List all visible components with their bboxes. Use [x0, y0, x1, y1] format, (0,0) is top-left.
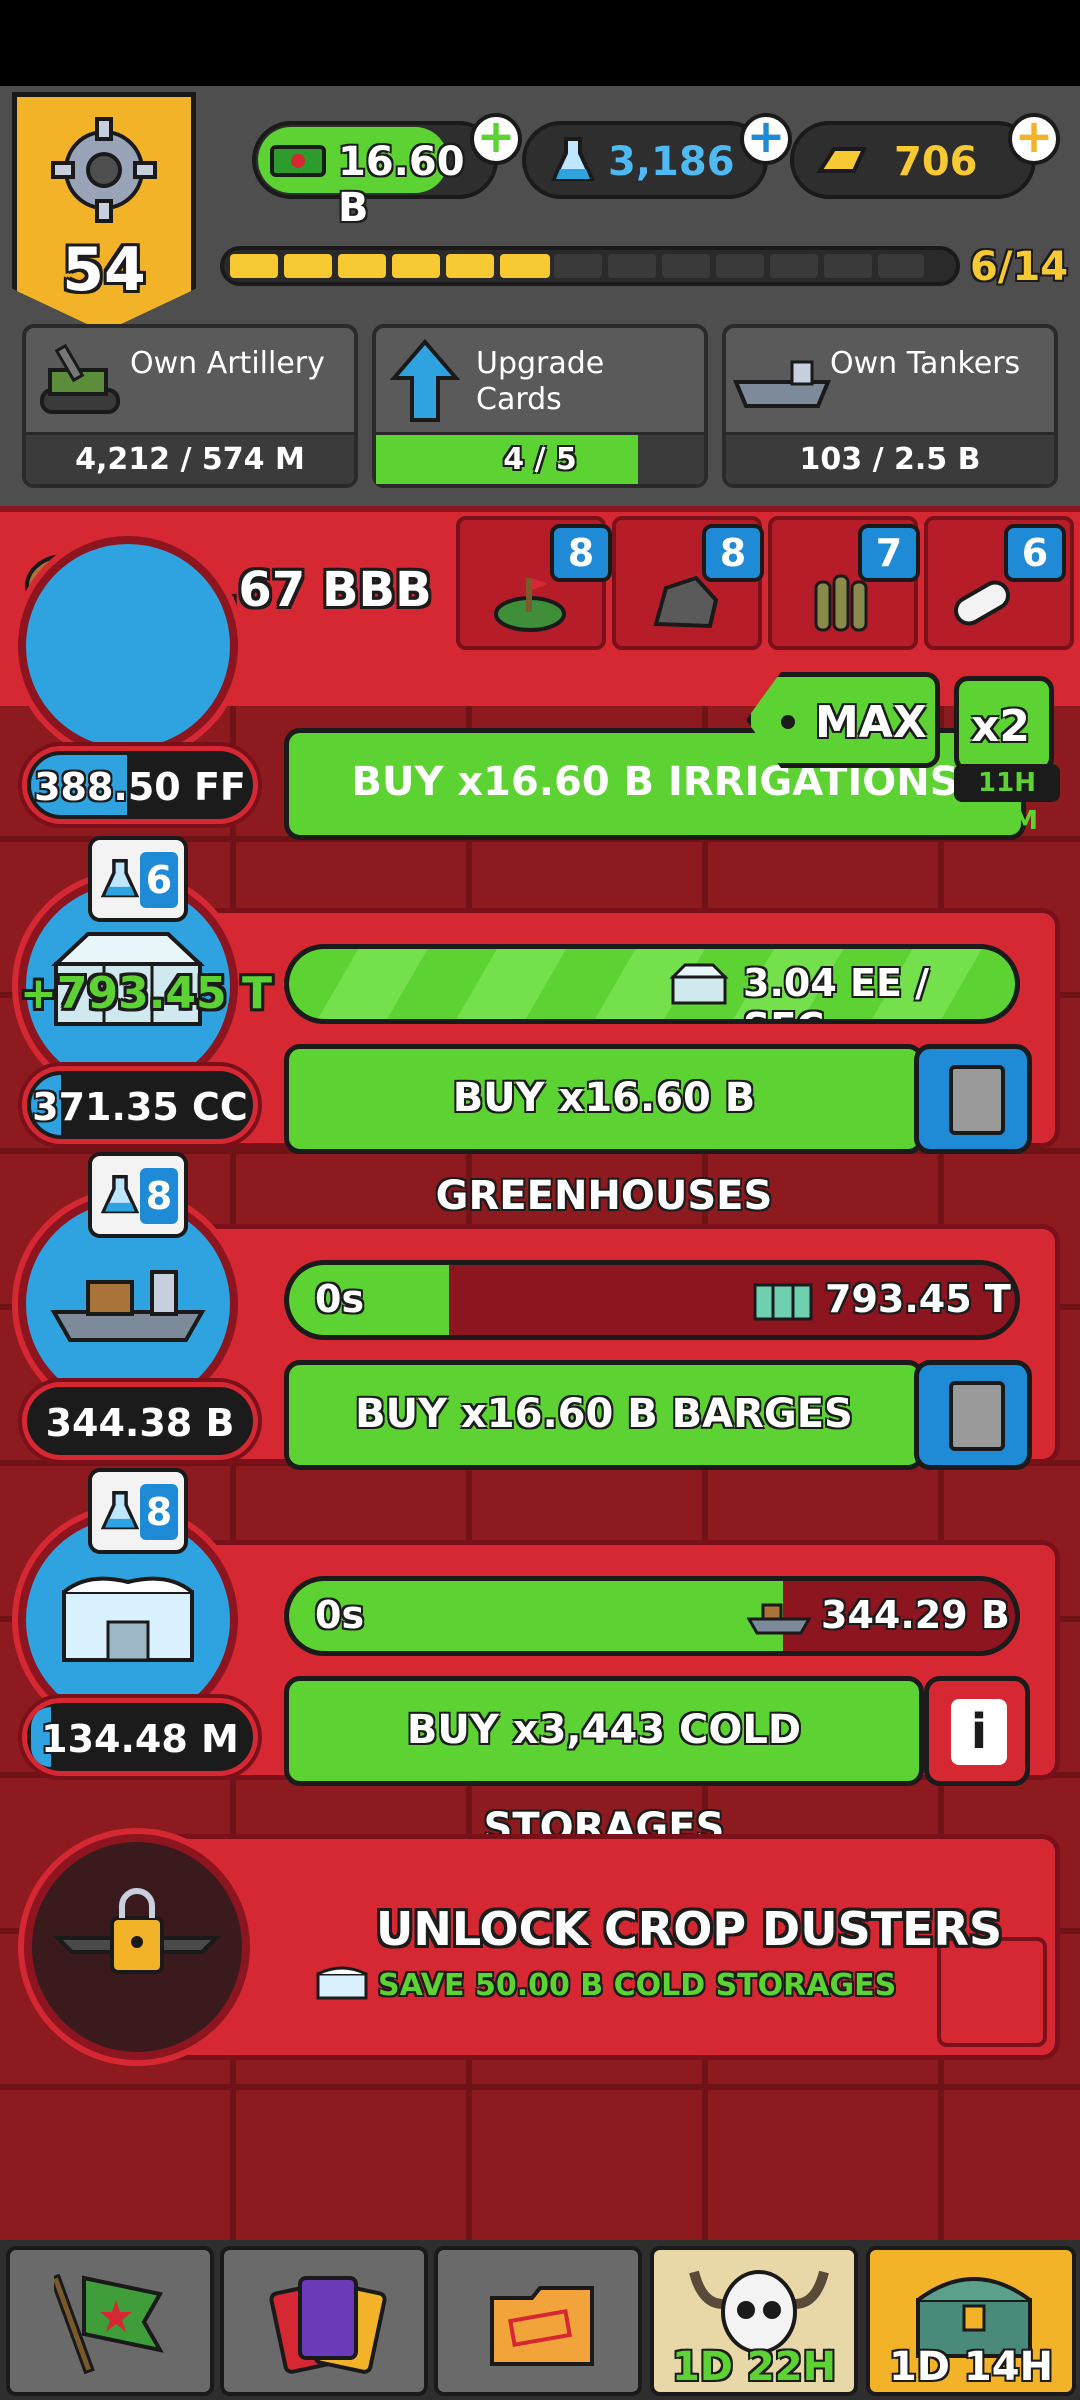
row-count-pill: 388.50 FF: [22, 746, 258, 824]
cold-storage-info-button[interactable]: i: [924, 1676, 1030, 1786]
event-timer: 1D 22H: [671, 2344, 837, 2390]
task-progress: 4,212 / 574 M: [26, 432, 354, 484]
add-gold-button[interactable]: +: [1008, 113, 1060, 165]
locked-plane-icon: [53, 1888, 221, 1974]
row-count-pill: 371.35 CC: [22, 1066, 258, 1144]
nav-event-button[interactable]: 1D 22H: [650, 2246, 858, 2396]
unlock-title: UNLOCK CROP DUSTERS: [376, 1902, 1003, 1956]
add-cash-button[interactable]: +: [470, 113, 522, 165]
barge-icon: [50, 1270, 206, 1342]
task-label: Upgrade Cards: [476, 346, 605, 417]
row-count-pill: 344.38 B: [22, 1382, 258, 1460]
add-science-button[interactable]: +: [740, 113, 792, 165]
gold-value: 706: [894, 139, 978, 185]
boost-timer: 11H 15M: [954, 764, 1060, 836]
task-own-tankers[interactable]: Own Tankers 103 / 2.5 B: [722, 324, 1058, 488]
task-progress: 4 / 5: [376, 432, 704, 484]
nav-cards-button[interactable]: [220, 2246, 428, 2396]
buy-barges-button[interactable]: BUY x16.60 B BARGES: [284, 1360, 924, 1470]
level-badge[interactable]: 54: [12, 92, 196, 332]
level-number: 54: [62, 235, 146, 305]
cycle-timer: 0s: [315, 1593, 365, 1637]
cycle-timer: 0s: [315, 1277, 365, 1321]
research-chip-1[interactable]: 8: [456, 516, 612, 650]
upgrade-arrow-icon: [390, 338, 460, 422]
gold-bars-icon: [816, 147, 868, 173]
max-multiplier-button[interactable]: MAX: [746, 672, 940, 768]
buy-cold-storages-button[interactable]: BUY x3,443 COLD STORAGES: [284, 1676, 924, 1851]
x2-boost-button[interactable]: x2: [954, 676, 1054, 772]
greenhouse-card-button[interactable]: [914, 1044, 1032, 1154]
barge-card-button[interactable]: [914, 1360, 1032, 1470]
xp-progress-bar: [220, 246, 960, 286]
output-amount: 344.29 B: [821, 1593, 1010, 1637]
production-rate: 3.04 EE / SEC: [743, 961, 930, 1019]
task-progress: 103 / 2.5 B: [726, 432, 1054, 484]
barge-progress-bar: 0s 793.45 T: [284, 1260, 1020, 1340]
flask-icon: [100, 1491, 140, 1530]
flask-icon: [550, 137, 596, 181]
unlock-requirement: SAVE 50.00 B COLD STORAGES: [378, 1968, 897, 2003]
task-label: Own Tankers: [830, 346, 1021, 381]
barge-research-tag[interactable]: 8: [88, 1152, 188, 1238]
crop-duster-locked-circle[interactable]: [24, 1834, 250, 2060]
cold-storage-small-icon: [316, 1966, 368, 2000]
folder-icon: [490, 2286, 594, 2366]
production-list[interactable]: 388.50 FF BUY x16.60 B IRRIGATIONS MAX x…: [0, 536, 1080, 2240]
nav-documents-button[interactable]: [434, 2246, 642, 2396]
cold-storage-icon: [62, 1576, 194, 1662]
greenhouse-small-icon: [669, 963, 729, 1005]
nav-missions-button[interactable]: [6, 2246, 214, 2396]
bottom-nav: 1D 22H 1D 14H: [0, 2240, 1080, 2400]
cold-storage-progress-bar: 0s 344.29 B: [284, 1576, 1020, 1656]
artillery-icon: [40, 343, 120, 414]
chest-timer: 1D 14H: [888, 2344, 1054, 2390]
output-amount: 793.45 T: [825, 1277, 1011, 1321]
xp-progress-text: 6/14: [970, 244, 1069, 290]
task-own-artillery[interactable]: Own Artillery 4,212 / 574 M: [22, 324, 358, 488]
irrigation-circle[interactable]: [18, 536, 238, 756]
row-count-pill: 134.48 M: [22, 1698, 258, 1776]
greenhouse-progress-bar: 3.04 EE / SEC: [284, 944, 1020, 1024]
greenhouse-small-icon: [753, 1283, 813, 1321]
task-upgrade-cards[interactable]: Upgrade Cards 4 / 5: [372, 324, 708, 488]
barge-small-icon: [747, 1603, 811, 1635]
research-chip-4[interactable]: 6: [924, 516, 1074, 650]
cash-icon: [270, 145, 326, 177]
science-value: 3,186: [608, 139, 735, 185]
tanker-ship-icon: [733, 360, 831, 408]
gear-icon: [51, 117, 157, 223]
science-pill[interactable]: 3,186 +: [522, 113, 792, 199]
cold-storage-research-tag[interactable]: 8: [88, 1468, 188, 1554]
top-header: 54 16.60 B + 3,186 + 706 + 6/14 Own Arti…: [0, 86, 1080, 506]
greenhouse-research-tag[interactable]: 6: [88, 836, 188, 922]
floating-gain-text: +793.45 T: [20, 968, 272, 1019]
info-icon: i: [951, 1699, 1007, 1765]
nav-chest-button[interactable]: 1D 14H: [866, 2246, 1076, 2396]
cards-icon: [269, 2276, 387, 2374]
gold-pill[interactable]: 706 +: [790, 113, 1060, 199]
task-label: Own Artillery: [130, 346, 325, 381]
buy-greenhouses-button[interactable]: BUY x16.60 B GREENHOUSES: [284, 1044, 924, 1219]
flag-icon: [54, 2273, 164, 2375]
cash-pill[interactable]: 16.60 B +: [252, 113, 522, 231]
flask-icon: [100, 859, 140, 898]
research-chip-2[interactable]: 8: [612, 516, 764, 650]
flask-icon: [100, 1175, 140, 1214]
research-chip-3[interactable]: 7: [768, 516, 920, 650]
cash-value: 16.60 B: [338, 139, 465, 231]
